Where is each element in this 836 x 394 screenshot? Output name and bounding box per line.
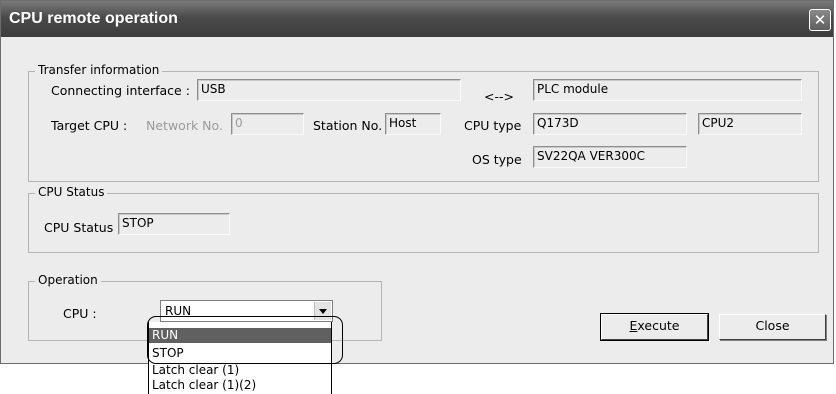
close-button[interactable]: Close [719,314,826,340]
plc-module-field: PLC module [533,79,802,101]
operation-cpu-label: CPU : [63,306,97,321]
title-bar[interactable]: CPU remote operation ✕ [1,1,833,37]
os-type-field: SV22QA VER300C [533,146,687,168]
station-no-label: Station No. [313,118,383,133]
station-no-field: Host [385,113,441,135]
cpu-status-legend: CPU Status [35,185,108,199]
cpu-status-label: CPU Status [44,220,114,235]
close-icon[interactable]: ✕ [809,9,831,31]
window-title: CPU remote operation [9,10,178,27]
connection-arrow: <--> [484,89,514,104]
cpu-type-label: CPU type [464,118,522,133]
target-cpu-label: Target CPU : [51,118,128,133]
connecting-interface-field: USB [197,79,461,101]
transfer-information-legend: Transfer information [35,63,163,77]
network-no-label: Network No. [146,118,223,133]
os-type-label: OS type [472,152,522,167]
cpu-slot-field: CPU2 [698,113,802,135]
cpu-status-field: STOP [118,213,230,235]
execute-label: xecute [637,318,680,333]
dropdown-option-latch-clear-1-2[interactable]: Latch clear (1)(2) [149,378,331,393]
execute-button[interactable]: Execute [600,313,709,341]
cpu-type-field: Q173D [533,113,687,135]
connecting-interface-label: Connecting interface : [51,83,190,98]
network-no-field: 0 [231,113,304,135]
cpu-remote-operation-dialog: CPU remote operation ✕ Transfer informat… [0,0,834,364]
operation-legend: Operation [35,273,101,287]
dropdown-option-latch-clear-1[interactable]: Latch clear (1) [149,363,331,378]
annotation-highlight-box [147,316,343,364]
